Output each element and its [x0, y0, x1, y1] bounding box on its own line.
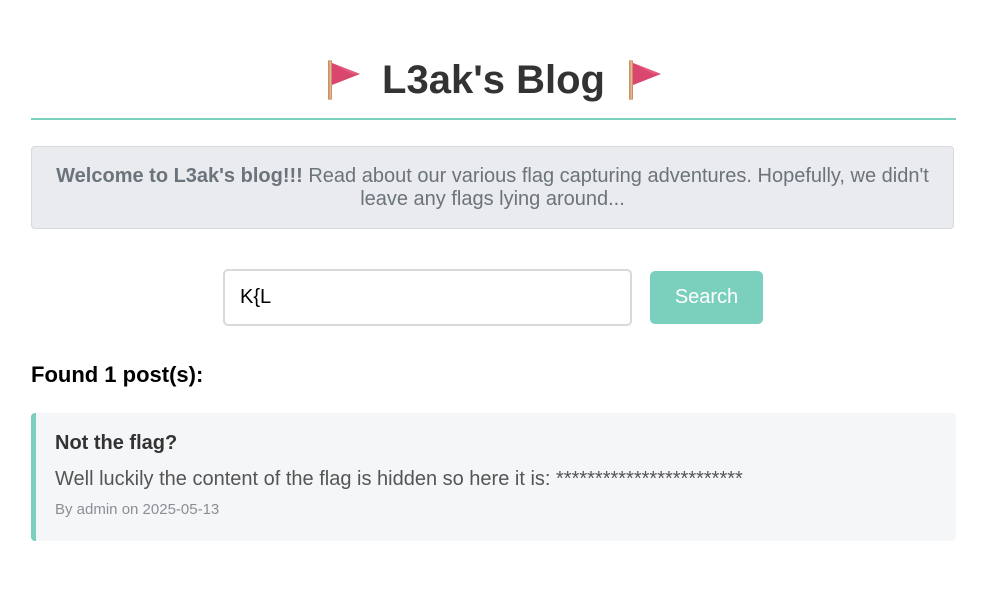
blog-page: L3ak's Blog Welcome to L3ak's blog!!! Re…	[0, 0, 984, 594]
page-title-text: L3ak's Blog	[382, 58, 605, 102]
welcome-banner: Welcome to L3ak's blog!!! Read about our…	[31, 146, 954, 229]
post-content: Well luckily the content of the flag is …	[55, 468, 743, 490]
post-title: Not the flag?	[55, 432, 178, 454]
header: L3ak's Blog	[31, 52, 956, 120]
search-button[interactable]: Search	[650, 271, 763, 324]
triangular-flag-icon	[625, 59, 663, 101]
search-input[interactable]	[223, 269, 632, 326]
welcome-body-text: Read about our various flag capturing ad…	[302, 165, 929, 210]
post-card: Not the flag? Well luckily the content o…	[31, 413, 956, 541]
welcome-bold-text: Welcome to L3ak's blog!!!	[56, 165, 303, 187]
post-meta: By admin on 2025-05-13	[55, 501, 220, 518]
page-title: L3ak's Blog	[324, 52, 663, 108]
results-summary: Found 1 post(s):	[31, 362, 204, 387]
triangular-flag-icon	[324, 59, 362, 101]
